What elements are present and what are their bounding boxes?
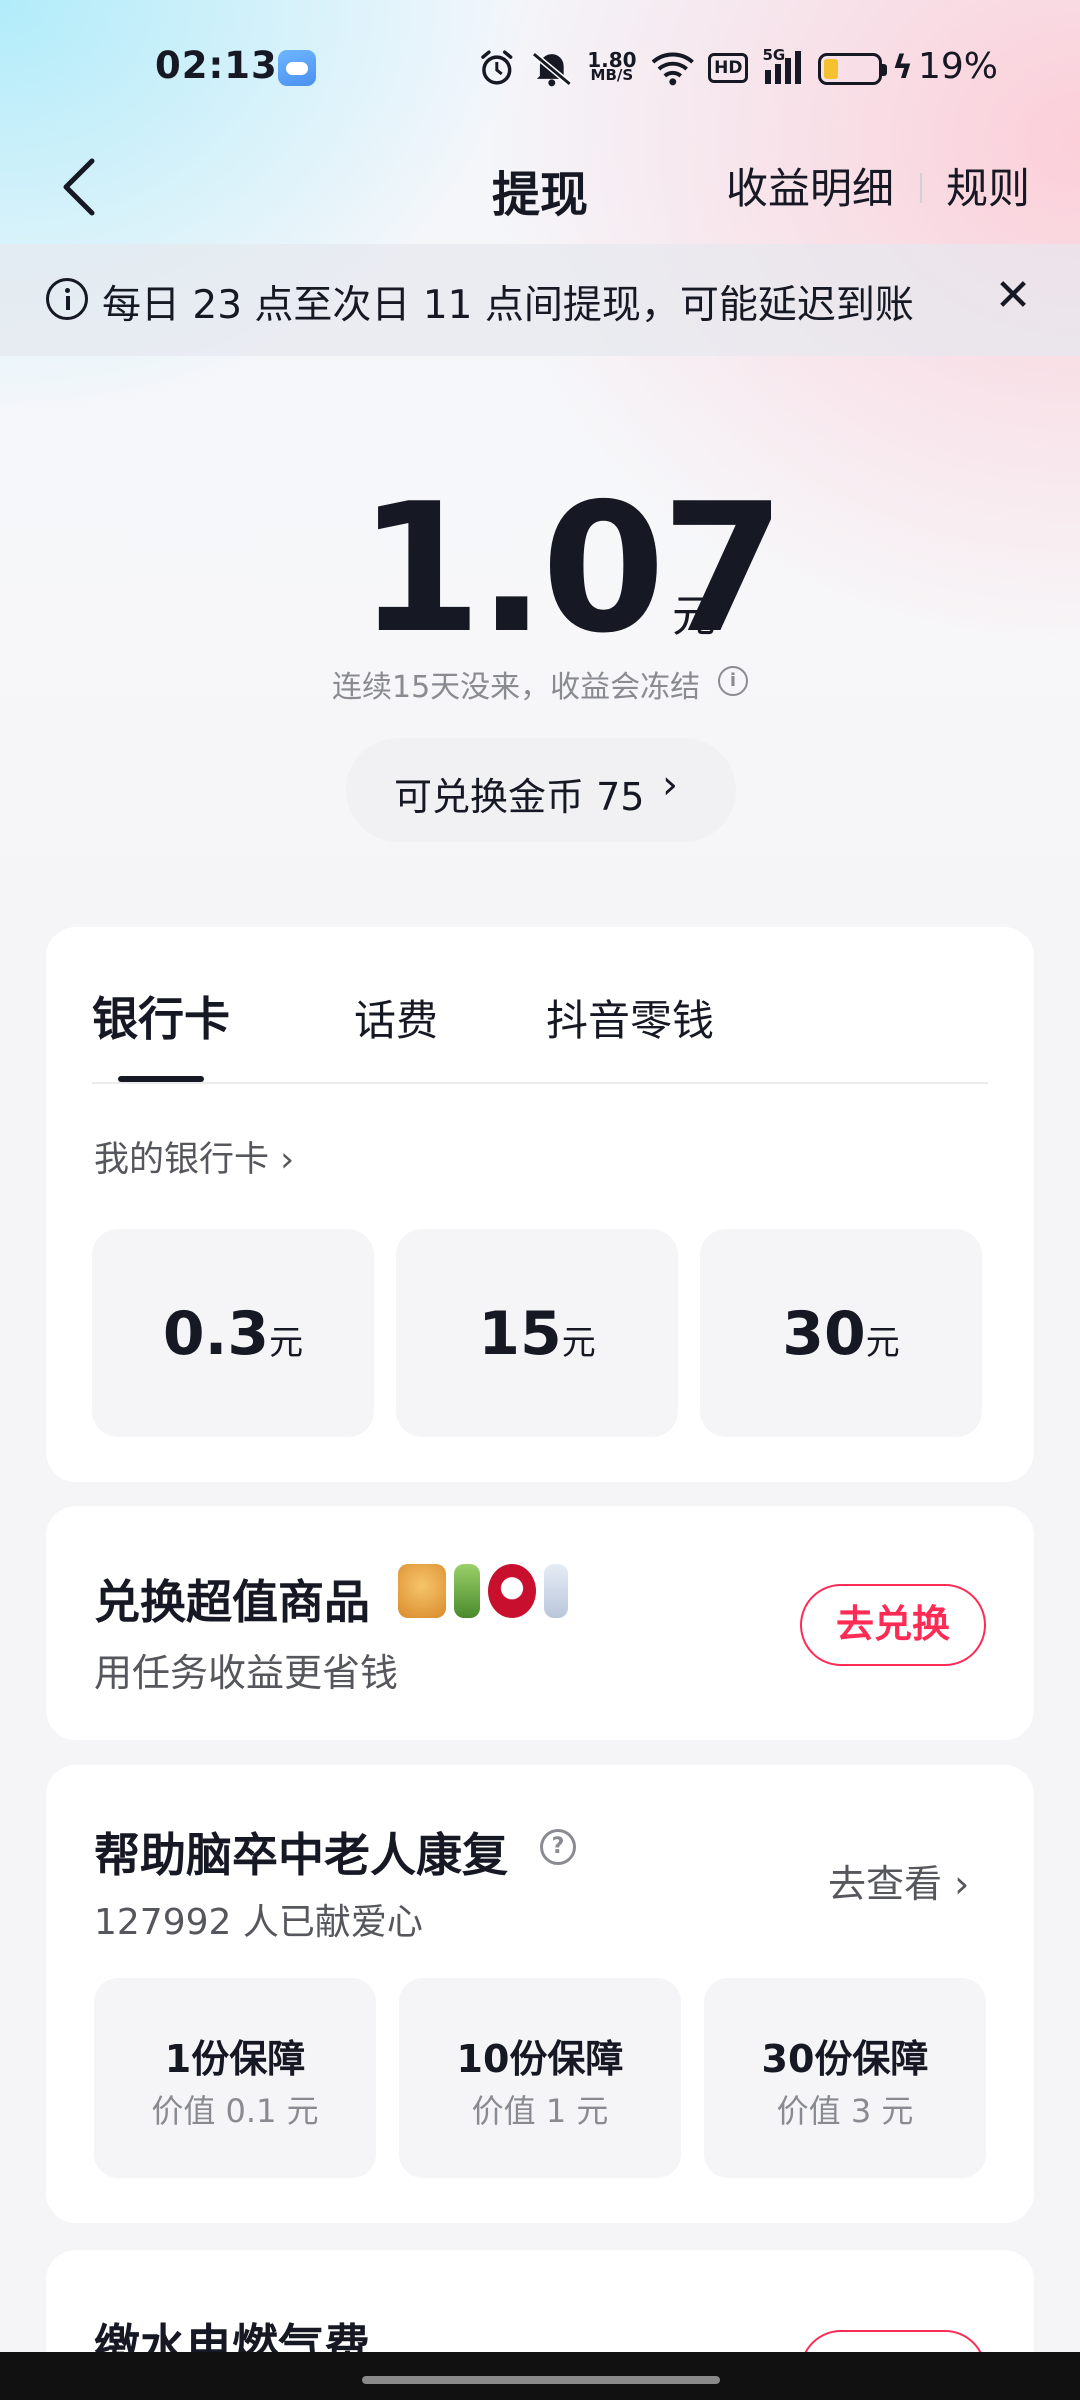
question-icon[interactable]: ? (540, 1829, 576, 1865)
wifi-icon (651, 52, 694, 86)
signal-label: 5G (762, 46, 786, 64)
kfc-icon (488, 1564, 536, 1618)
charity-title: 帮助脑卒中老人康复 (94, 1828, 508, 1882)
close-icon[interactable]: ✕ (988, 268, 1038, 324)
amount-value: 30元 (782, 1299, 900, 1369)
status-time: 02:13 (155, 44, 278, 87)
chevron-right-icon: › (662, 762, 678, 808)
amount-value: 0.3元 (162, 1299, 304, 1369)
donor-count: 127992 人已献爱心 (94, 1902, 423, 1943)
coin-label: 可兑换金币 75 (394, 775, 645, 819)
status-bar: 02:13 1.80 MB/S HD 5G ϟ 19% (0, 0, 1080, 135)
amount-option[interactable]: 0.3元 (92, 1229, 374, 1437)
net-speed: 1.80 MB/S (587, 48, 637, 84)
protection-option[interactable]: 1份保障 价值 0.1 元 (94, 1978, 376, 2178)
signal-icon: 5G (762, 46, 808, 88)
charity-card: 帮助脑卒中老人康复 ? 127992 人已献爱心 去查看 › 1份保障 价值 0… (46, 1765, 1034, 2223)
exchange-card: 兑换超值商品 用任务收益更省钱 去兑换 (46, 1506, 1034, 1740)
coin-exchange-button[interactable]: 可兑换金币 75 › (346, 738, 736, 842)
withdraw-card: 银行卡 话费 抖音零钱 我的银行卡 › 0.3元 15元 30元 (46, 927, 1034, 1482)
balance-amount: 1.07 (358, 465, 785, 672)
protection-title: 10份保障 (456, 2037, 624, 2081)
protection-value: 价值 3 元 (776, 2092, 914, 2130)
balance-unit: 元 (672, 591, 716, 642)
tab-douyin-wallet[interactable]: 抖音零钱 (546, 987, 714, 1048)
mute-icon (531, 51, 572, 87)
exchange-title: 兑换超值商品 (94, 1575, 370, 1629)
amount-value: 15元 (478, 1299, 596, 1369)
protection-title: 1份保障 (164, 2037, 306, 2081)
info-icon[interactable]: i (718, 666, 748, 696)
go-exchange-button[interactable]: 去兑换 (800, 1584, 986, 1666)
protection-title: 30份保障 (761, 2037, 929, 2081)
bottle-icon (544, 1564, 568, 1618)
snack-icon (398, 1564, 446, 1618)
battery-icon (818, 53, 887, 85)
home-indicator[interactable] (362, 2376, 720, 2384)
info-icon (46, 278, 88, 320)
drink-icon (454, 1564, 480, 1618)
battery-percent: 19% (918, 46, 999, 87)
goods-icons (398, 1564, 568, 1618)
alarm-icon (481, 50, 513, 85)
tab-divider (92, 1082, 988, 1084)
page-title: 提现 (491, 167, 588, 223)
nav-bar: 提现 收益明细 规则 (0, 135, 1080, 245)
amount-option[interactable]: 30元 (700, 1229, 982, 1437)
freeze-tip: 连续15天没来，收益会冻结 (332, 670, 701, 705)
status-icons: 1.80 MB/S HD 5G (478, 46, 808, 90)
notice-banner: 每日 23 点至次日 11 点间提现，可能延迟到账 ✕ (0, 244, 1080, 356)
exchange-subtitle: 用任务收益更省钱 (94, 1651, 399, 1695)
protection-value: 价值 0.1 元 (151, 2092, 319, 2130)
protection-value: 价值 1 元 (471, 2092, 609, 2130)
weather-icon (278, 50, 316, 86)
protection-option[interactable]: 30份保障 价值 3 元 (704, 1978, 986, 2178)
rules-link[interactable]: 规则 (946, 155, 1030, 216)
my-bank-card-link[interactable]: 我的银行卡 › (94, 1131, 294, 1182)
hd-badge: HD (708, 53, 749, 83)
tab-bank-card[interactable]: 银行卡 (92, 983, 230, 1049)
earnings-detail-link[interactable]: 收益明细 (726, 155, 894, 216)
view-link[interactable]: 去查看 › (828, 1853, 969, 1908)
amount-option[interactable]: 15元 (396, 1229, 678, 1437)
tab-phone-bill[interactable]: 话费 (354, 987, 438, 1048)
protection-option[interactable]: 10份保障 价值 1 元 (399, 1978, 681, 2178)
nav-divider (920, 173, 922, 203)
notice-text: 每日 23 点至次日 11 点间提现，可能延迟到账 (102, 283, 914, 328)
charging-icon: ϟ (892, 48, 914, 86)
